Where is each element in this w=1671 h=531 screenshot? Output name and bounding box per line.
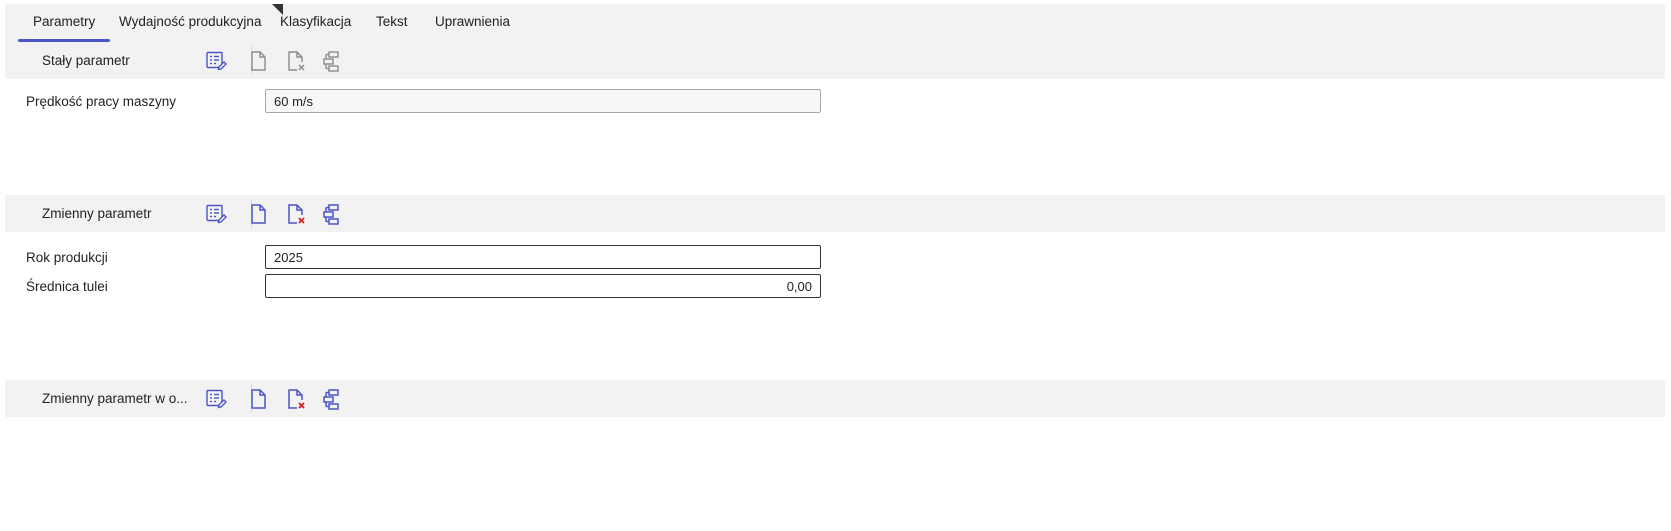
field-label-machine-speed: Prędkość pracy maszyny <box>26 94 177 109</box>
section-title: Zmienny parametr <box>42 206 152 221</box>
field-label-sleeve-diameter: Średnica tulei <box>26 279 108 294</box>
delete-document-icon[interactable] <box>284 49 308 73</box>
new-document-icon[interactable] <box>247 202 271 226</box>
sleeve-diameter-input[interactable] <box>265 274 821 298</box>
hierarchy-icon[interactable] <box>320 49 344 73</box>
section-header-variable-parameter-order: Zmienny parametr w o... <box>5 380 1665 417</box>
tab-parametry[interactable]: Parametry <box>17 4 111 42</box>
machine-speed-input[interactable] <box>265 89 821 113</box>
hierarchy-icon[interactable] <box>320 387 344 411</box>
tab-tekst[interactable]: Tekst <box>376 4 408 42</box>
tab-klasyfikacja[interactable]: Klasyfikacja <box>280 4 351 42</box>
parameters-panel: Parametry Wydajność produkcyjna Klasyfik… <box>5 4 1665 531</box>
tab-bar: Parametry Wydajność produkcyjna Klasyfik… <box>5 4 1665 42</box>
delete-document-icon[interactable] <box>284 202 308 226</box>
field-label-production-year: Rok produkcji <box>26 250 108 265</box>
section-header-variable-parameter: Zmienny parametr <box>5 195 1665 232</box>
list-edit-icon[interactable] <box>204 202 228 226</box>
section-title: Zmienny parametr w o... <box>42 391 188 406</box>
tab-uprawnienia[interactable]: Uprawnienia <box>435 4 510 42</box>
list-edit-icon[interactable] <box>204 49 228 73</box>
delete-document-icon[interactable] <box>284 387 308 411</box>
hierarchy-icon[interactable] <box>320 202 344 226</box>
new-document-icon[interactable] <box>247 49 271 73</box>
list-edit-icon[interactable] <box>204 387 228 411</box>
new-document-icon[interactable] <box>247 387 271 411</box>
section-header-fixed-parameter: Stały parametr <box>5 42 1665 79</box>
tab-wydajnosc-produkcyjna[interactable]: Wydajność produkcyjna <box>119 4 261 42</box>
production-year-input[interactable] <box>265 245 821 269</box>
section-title: Stały parametr <box>42 53 130 68</box>
